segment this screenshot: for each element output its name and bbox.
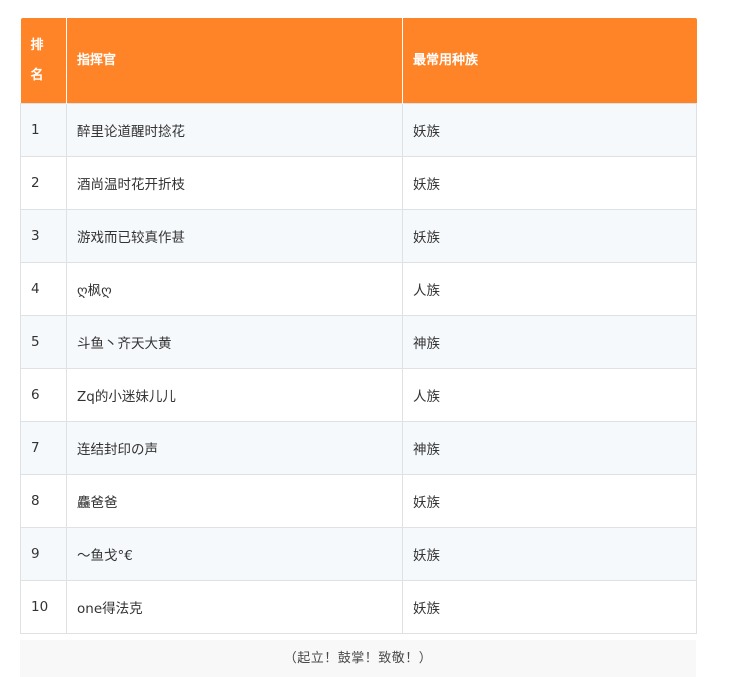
header-rank-line2: 名 <box>30 67 44 83</box>
cell-commander: ღ枫ღ <box>66 262 403 316</box>
cell-rank: 6 <box>20 368 67 422</box>
cell-race: 妖族 <box>402 527 697 581</box>
page: 排 名 指挥官 最常用种族 1 醉里论道醒时捻花 妖族 2 酒尚温时花开折枝 妖… <box>0 0 729 677</box>
cell-rank: 10 <box>20 580 67 634</box>
table-row: 2 酒尚温时花开折枝 妖族 <box>20 156 697 210</box>
table-header-row: 排 名 指挥官 最常用种族 <box>20 18 697 104</box>
table-row: 10 one得法克 妖族 <box>20 580 697 634</box>
cell-race: 妖族 <box>402 209 697 263</box>
cell-race: 神族 <box>402 421 697 475</box>
cell-commander: 醉里论道醒时捻花 <box>66 103 403 157</box>
table-row: 3 游戏而已较真作甚 妖族 <box>20 209 697 263</box>
cell-rank: 1 <box>20 103 67 157</box>
cell-rank: 8 <box>20 474 67 528</box>
cell-race: 人族 <box>402 262 697 316</box>
header-commander: 指挥官 <box>66 18 403 104</box>
commander-ranking-table: 排 名 指挥官 最常用种族 1 醉里论道醒时捻花 妖族 2 酒尚温时花开折枝 妖… <box>20 18 697 634</box>
table-row: 1 醉里论道醒时捻花 妖族 <box>20 103 697 157</box>
cell-race: 妖族 <box>402 580 697 634</box>
header-rank: 排 名 <box>20 18 67 104</box>
cell-race: 妖族 <box>402 103 697 157</box>
table-row: 5 斗鱼丶齐天大黄 神族 <box>20 315 697 369</box>
cell-race: 神族 <box>402 315 697 369</box>
cell-commander: 斗鱼丶齐天大黄 <box>66 315 403 369</box>
cell-commander: 游戏而已较真作甚 <box>66 209 403 263</box>
cell-rank: 4 <box>20 262 67 316</box>
table-row: 4 ღ枫ღ 人族 <box>20 262 697 316</box>
table-row: 8 麤爸爸 妖族 <box>20 474 697 528</box>
cell-race: 妖族 <box>402 474 697 528</box>
header-race: 最常用种族 <box>402 18 697 104</box>
caption-text: （起立！鼓掌！致敬！） <box>20 640 696 677</box>
cell-commander: 酒尚温时花开折枝 <box>66 156 403 210</box>
cell-race: 人族 <box>402 368 697 422</box>
table-row: 9 ～鱼戈°€ 妖族 <box>20 527 697 581</box>
table-row: 6 Zq的小迷妹儿儿 人族 <box>20 368 697 422</box>
table-row: 7 连结封印の声 神族 <box>20 421 697 475</box>
cell-rank: 3 <box>20 209 67 263</box>
cell-commander: 麤爸爸 <box>66 474 403 528</box>
cell-rank: 5 <box>20 315 67 369</box>
cell-commander: one得法克 <box>66 580 403 634</box>
cell-rank: 2 <box>20 156 67 210</box>
cell-commander: 连结封印の声 <box>66 421 403 475</box>
cell-rank: 9 <box>20 527 67 581</box>
cell-rank: 7 <box>20 421 67 475</box>
cell-commander: ～鱼戈°€ <box>66 527 403 581</box>
header-rank-line1: 排 <box>30 37 44 53</box>
cell-race: 妖族 <box>402 156 697 210</box>
cell-commander: Zq的小迷妹儿儿 <box>66 368 403 422</box>
